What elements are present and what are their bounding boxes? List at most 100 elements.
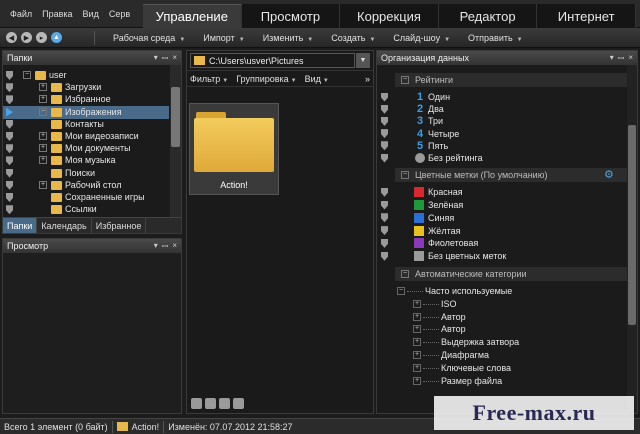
folder-tree-item[interactable]: + Мои документы bbox=[3, 142, 169, 155]
pin-icon[interactable]: ꟷ bbox=[162, 241, 169, 252]
folder-tree-item[interactable]: + Рабочий стол bbox=[3, 179, 169, 192]
expand-toggle-icon[interactable]: + bbox=[413, 351, 421, 359]
expand-toggle-icon[interactable]: + bbox=[413, 325, 421, 334]
more-icon[interactable]: » bbox=[365, 74, 370, 84]
folder-tree-item[interactable]: Поиски bbox=[3, 167, 169, 180]
color-label-item[interactable]: Красная bbox=[377, 186, 627, 198]
path-dropdown-icon[interactable]: ▼ bbox=[356, 53, 370, 68]
folder-tree-item[interactable]: − Изображения bbox=[3, 105, 169, 119]
folder-tree-item[interactable]: + Моя музыка bbox=[3, 154, 169, 167]
menu-item[interactable]: Вид bbox=[83, 9, 99, 19]
auto-category-item[interactable]: + Выдержка затвора bbox=[377, 336, 627, 348]
color-label-item[interactable]: Зелёная bbox=[377, 199, 627, 211]
auto-category-item[interactable]: + Размер файла bbox=[377, 375, 627, 387]
pin-icon[interactable]: ꟷ bbox=[162, 53, 169, 64]
auto-categories-header[interactable]: − Автоматические категории bbox=[395, 267, 631, 281]
thumbnail-item[interactable]: Action! bbox=[189, 103, 279, 195]
color-label-item[interactable]: Жёлтая bbox=[377, 225, 627, 237]
color-labels-header[interactable]: − Цветные метки (По умолчанию) bbox=[395, 168, 631, 183]
expand-toggle-icon[interactable]: − bbox=[23, 71, 31, 79]
toolbar-menu-button[interactable]: Создать ▼ bbox=[331, 33, 375, 43]
folder-panel-tab[interactable]: Избранное bbox=[92, 218, 147, 233]
mode-tab[interactable]: Управление bbox=[143, 4, 242, 28]
close-icon[interactable]: × bbox=[172, 241, 177, 252]
toolbar-menu-button[interactable]: Слайд-шоу ▼ bbox=[393, 33, 450, 43]
up-icon[interactable]: ▲ bbox=[51, 32, 62, 43]
rating-item[interactable]: Без рейтинга bbox=[377, 152, 627, 164]
collapse-icon[interactable]: − bbox=[401, 270, 409, 278]
expand-toggle-icon[interactable]: + bbox=[39, 144, 47, 153]
expand-toggle-icon[interactable]: + bbox=[39, 132, 47, 140]
rating-item[interactable]: 3 Три bbox=[377, 115, 627, 127]
pin-icon[interactable]: ꟷ bbox=[618, 53, 625, 64]
forward-icon[interactable]: ▶ bbox=[21, 32, 32, 43]
play-icon[interactable]: ▸ bbox=[36, 32, 47, 43]
filter-menu-button[interactable]: Вид ▼ bbox=[305, 74, 329, 84]
folder-tree-scrollbar[interactable] bbox=[170, 65, 181, 217]
folder-tree-item[interactable]: + Загрузки bbox=[3, 81, 169, 94]
expand-toggle-icon[interactable]: + bbox=[413, 376, 421, 385]
expand-toggle-icon[interactable]: − bbox=[397, 287, 405, 295]
auto-category-item[interactable]: + Ключевые слова bbox=[377, 362, 627, 374]
auto-category-item[interactable]: + Диафрагма bbox=[377, 349, 627, 361]
folder-tree-item[interactable]: + Избранное bbox=[3, 93, 169, 106]
folder-tree-item[interactable]: Контакты bbox=[3, 118, 169, 131]
folder-tree-item[interactable]: − user bbox=[3, 69, 169, 82]
rotate-left-icon[interactable] bbox=[191, 398, 202, 409]
expand-toggle-icon[interactable]: + bbox=[39, 180, 47, 189]
rating-item[interactable]: 4 Четыре bbox=[377, 128, 627, 140]
filter-menu-button[interactable]: Фильтр ▼ bbox=[190, 74, 228, 84]
expand-toggle-icon[interactable]: + bbox=[413, 363, 421, 372]
refresh-icon[interactable] bbox=[219, 398, 230, 409]
expand-toggle-icon[interactable]: + bbox=[39, 95, 47, 104]
organize-scrollbar[interactable] bbox=[627, 65, 637, 413]
expand-toggle-icon[interactable]: + bbox=[413, 338, 421, 347]
rating-item[interactable]: 1 Один bbox=[377, 91, 627, 103]
back-icon[interactable]: ◀ bbox=[6, 32, 17, 43]
filter-menu-button[interactable]: Группировка ▼ bbox=[236, 74, 296, 84]
menu-arrow-icon[interactable]: ▾ bbox=[154, 241, 158, 252]
folder-panel-tab[interactable]: Папки bbox=[3, 218, 38, 233]
mode-tab[interactable]: Коррекция bbox=[340, 4, 439, 28]
menu-item[interactable]: Серв bbox=[109, 9, 130, 19]
expand-toggle-icon[interactable]: + bbox=[39, 156, 47, 165]
toolbar-menu-button[interactable]: Отправить ▼ bbox=[468, 33, 523, 43]
toolbar-menu-button[interactable]: Изменить ▼ bbox=[263, 33, 314, 43]
close-icon[interactable]: × bbox=[628, 53, 633, 64]
toolbar-menu-button[interactable]: Импорт ▼ bbox=[203, 33, 244, 43]
auto-category-item[interactable]: + Автор bbox=[377, 311, 627, 323]
auto-category-item[interactable]: + ISO bbox=[377, 298, 627, 310]
gear-icon[interactable]: ⚙ bbox=[604, 168, 614, 181]
mode-tab[interactable]: Редактор bbox=[438, 4, 538, 28]
expand-toggle-icon[interactable]: + bbox=[413, 299, 421, 308]
path-field[interactable]: C:\Users\usver\Pictures bbox=[190, 53, 355, 68]
ratings-header[interactable]: − Рейтинги bbox=[395, 73, 631, 87]
auto-category-item[interactable]: + Автор bbox=[377, 323, 627, 335]
folder-tree-item[interactable]: + Мои видеозаписи bbox=[3, 130, 169, 143]
collapse-icon[interactable]: − bbox=[401, 76, 409, 84]
color-label-item[interactable]: Фиолетовая bbox=[377, 237, 627, 249]
mode-tab[interactable]: Интернет bbox=[537, 4, 636, 28]
color-label-item[interactable]: Без цветных меток bbox=[377, 250, 627, 262]
color-label-item[interactable]: Синяя bbox=[377, 212, 627, 224]
menu-item[interactable]: Файл bbox=[10, 9, 32, 19]
expand-toggle-icon[interactable]: − bbox=[39, 107, 47, 116]
rating-item[interactable]: 5 Пять bbox=[377, 140, 627, 152]
folder-panel-tab[interactable]: Календарь bbox=[37, 218, 92, 233]
mode-tab[interactable]: Просмотр bbox=[241, 4, 341, 28]
menu-item[interactable]: Правка bbox=[42, 9, 72, 19]
menu-arrow-icon[interactable]: ▾ bbox=[154, 53, 158, 64]
auto-category-item[interactable]: − Часто используемые bbox=[377, 285, 627, 297]
expand-toggle-icon[interactable]: + bbox=[39, 83, 47, 92]
rotate-right-icon[interactable] bbox=[205, 398, 216, 409]
folder-tree-item[interactable]: Сохраненные игры bbox=[3, 191, 169, 204]
expand-toggle-icon[interactable]: + bbox=[413, 312, 421, 321]
toolbar-menu-button[interactable]: Рабочая среда ▼ bbox=[113, 33, 185, 43]
menu-arrow-icon[interactable]: ▾ bbox=[610, 53, 614, 64]
chevron-down-icon: ▼ bbox=[307, 36, 314, 43]
close-icon[interactable]: × bbox=[172, 53, 177, 64]
screen-icon[interactable] bbox=[233, 398, 244, 409]
collapse-icon[interactable]: − bbox=[401, 171, 409, 180]
folder-tree-item[interactable]: Ссылки bbox=[3, 203, 169, 216]
rating-item[interactable]: 2 Два bbox=[377, 103, 627, 115]
